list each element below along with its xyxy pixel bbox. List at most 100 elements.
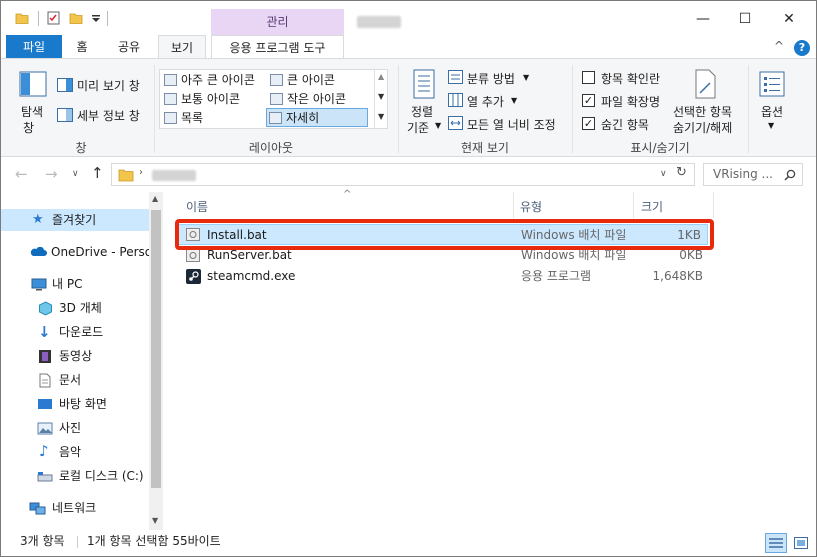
size-all-columns-button[interactable]: 모든 열 너비 조정 [467, 116, 556, 133]
size-columns-icon[interactable] [448, 116, 463, 130]
options-button[interactable]: 옵션 [761, 103, 783, 120]
column-header-type[interactable]: 유형 [520, 196, 542, 218]
address-bar[interactable]: › ∨ ↻ [111, 163, 695, 186]
hide-selected-button-line2[interactable]: 숨기기/해제 [673, 119, 732, 136]
search-input[interactable]: VRising ... [713, 167, 773, 181]
layout-medium-icons[interactable]: 보통 아이콘 [162, 90, 240, 109]
gallery-up-icon[interactable]: ▲ [378, 72, 384, 81]
steam-icon [186, 269, 201, 284]
options-icon[interactable] [759, 71, 785, 97]
gallery-scroll: ▲ ▼ ▼ [374, 70, 388, 128]
help-button[interactable]: ? [794, 40, 810, 56]
sort-by-button-line2[interactable]: 기준 [407, 119, 429, 136]
gallery-expand-icon[interactable]: ▼ [378, 112, 384, 121]
file-type: 응용 프로그램 [521, 269, 592, 283]
hide-selected-icon[interactable] [693, 69, 717, 99]
scrollbar-thumb[interactable] [151, 210, 161, 488]
nav-item-quick-access[interactable]: ★ 즐겨찾기 [1, 209, 149, 231]
layout-extra-large-icons[interactable]: 아주 큰 아이콘 [162, 71, 255, 90]
manage-tab[interactable]: 관리 [211, 9, 344, 35]
tab-app-tools[interactable]: 응용 프로그램 도구 [211, 35, 344, 59]
nav-item-documents[interactable]: 문서 [1, 369, 149, 391]
column-header-name[interactable]: 이름 [186, 196, 208, 218]
preview-pane-icon[interactable] [57, 78, 73, 92]
group-by-dropdown-icon[interactable]: ▼ [523, 73, 529, 82]
tab-share[interactable]: 공유 [107, 35, 151, 59]
layout-small-icons[interactable]: 작은 아이콘 [268, 90, 346, 109]
status-item-count: 3개 항목 [20, 534, 65, 548]
column-separator[interactable] [513, 192, 514, 218]
small-icons-icon [270, 93, 283, 105]
sort-by-dropdown-icon[interactable]: ▼ [435, 121, 441, 130]
folder-icon[interactable] [15, 11, 29, 25]
nav-item-onedrive[interactable]: OneDrive - Person [1, 241, 149, 263]
status-separator [77, 536, 78, 548]
group-by-icon[interactable] [448, 70, 463, 84]
group-by-button[interactable]: 분류 방법 [467, 70, 515, 87]
nav-item-desktop[interactable]: 바탕 화면 [1, 393, 149, 415]
navigation-pane-button-line2[interactable]: 창 [23, 119, 34, 136]
new-folder-icon[interactable] [69, 11, 83, 25]
nav-item-network[interactable]: 네트워크 [1, 497, 149, 519]
tab-view[interactable]: 보기 [158, 35, 206, 59]
navigation-pane-button[interactable]: 탐색 [21, 103, 43, 120]
layout-details[interactable]: 자세히 [266, 108, 368, 127]
desktop-icon [38, 399, 52, 409]
add-columns-dropdown-icon[interactable]: ▼ [511, 96, 517, 105]
recent-locations-icon[interactable]: ∨ [72, 169, 79, 179]
hide-selected-button[interactable]: 선택한 항목 [673, 103, 732, 120]
extra-large-icons-icon [164, 74, 177, 86]
add-columns-icon[interactable] [448, 93, 463, 107]
details-pane-icon[interactable] [57, 108, 73, 122]
search-box[interactable]: VRising ... [703, 163, 803, 186]
back-arrow-icon[interactable]: ← [15, 165, 28, 183]
table-row[interactable]: steamcmd.exe 응용 프로그램 1,648KB [178, 266, 708, 287]
address-dropdown-icon[interactable]: ∨ [660, 169, 667, 179]
details-icon [269, 112, 282, 124]
scroll-up-icon[interactable]: ▲ [152, 194, 158, 203]
options-dropdown-icon[interactable]: ▼ [768, 121, 774, 130]
nav-item-downloads[interactable]: ↓ 다운로드 [1, 321, 149, 343]
breadcrumb-redacted [152, 170, 196, 181]
details-pane-button[interactable]: 세부 정보 창 [77, 107, 140, 124]
navigation-pane-scrollbar[interactable]: ▲ ▼ [149, 192, 163, 530]
nav-item-music[interactable]: ♪ 음악 [1, 441, 149, 463]
column-separator-2[interactable] [633, 192, 634, 218]
file-name: steamcmd.exe [207, 269, 296, 283]
nav-item-videos[interactable]: 동영상 [1, 345, 149, 367]
collapse-ribbon-button[interactable]: ^ [774, 39, 784, 53]
minimize-button[interactable]: — [681, 5, 725, 33]
nav-item-this-pc[interactable]: 내 PC [1, 273, 149, 295]
layout-large-icons[interactable]: 큰 아이콘 [268, 71, 335, 90]
scroll-down-icon[interactable]: ▼ [152, 516, 158, 525]
refresh-icon[interactable]: ↻ [676, 165, 687, 180]
up-arrow-icon[interactable]: ↑ [91, 164, 104, 182]
forward-arrow-icon[interactable]: → [45, 165, 58, 183]
sort-by-button[interactable]: 정렬 [411, 103, 433, 120]
gallery-down-icon[interactable]: ▼ [378, 92, 384, 101]
details-view-button[interactable] [765, 533, 787, 553]
nav-item-pictures[interactable]: 사진 [1, 417, 149, 439]
maximize-button[interactable]: ☐ [723, 5, 767, 33]
item-checkboxes-checkbox[interactable] [582, 71, 595, 84]
close-button[interactable]: ✕ [767, 5, 811, 33]
properties-icon[interactable] [47, 11, 61, 25]
nav-item-3d-objects[interactable]: 3D 개체 [1, 297, 149, 319]
breadcrumb-chevron-icon[interactable]: › [139, 167, 143, 178]
navigation-pane-icon[interactable] [19, 71, 47, 97]
hidden-items-checkbox[interactable]: ✓ [582, 117, 595, 130]
tab-file[interactable]: 파일 [6, 35, 62, 59]
nav-item-local-disk[interactable]: 로컬 디스크 (C:) [1, 465, 149, 487]
customize-qat-icon[interactable] [89, 11, 103, 25]
large-icons-view-icon [794, 537, 808, 549]
column-separator-3[interactable] [713, 192, 714, 218]
add-columns-button[interactable]: 열 추가 [467, 93, 504, 110]
column-header-size[interactable]: 크기 [641, 196, 663, 218]
file-extensions-checkbox[interactable]: ✓ [582, 94, 595, 107]
tab-home[interactable]: 홈 [65, 35, 99, 59]
sort-by-icon[interactable] [411, 69, 437, 101]
navigation-pane: ★ 즐겨찾기 OneDrive - Person 내 PC 3D 개체 ↓ 다운… [1, 192, 163, 530]
layout-list[interactable]: 목록 [162, 109, 203, 128]
large-icons-view-button[interactable] [790, 533, 812, 553]
preview-pane-button[interactable]: 미리 보기 창 [77, 77, 140, 94]
